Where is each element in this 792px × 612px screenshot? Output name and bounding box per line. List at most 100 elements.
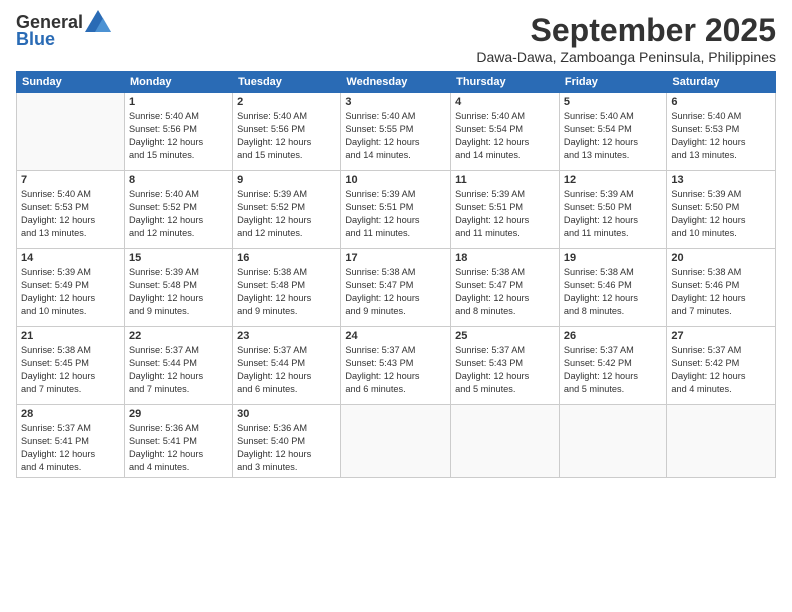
day-info: Sunrise: 5:37 AMSunset: 5:44 PMDaylight:… bbox=[129, 344, 228, 396]
table-row: 12Sunrise: 5:39 AMSunset: 5:50 PMDayligh… bbox=[559, 171, 667, 249]
table-row bbox=[451, 405, 560, 478]
col-saturday: Saturday bbox=[667, 72, 776, 93]
table-row: 26 Sunrise: 5:37 AMSunset: 5:42 PMDayligh… bbox=[559, 327, 667, 405]
day-number: 11 bbox=[455, 174, 555, 186]
table-row: 19 Sunrise: 5:38 AMSunset: 5:46 PMDayligh… bbox=[559, 249, 667, 327]
day-number: 26 bbox=[564, 330, 663, 342]
day-number: 1 bbox=[129, 96, 228, 108]
table-row: 3 Sunrise: 5:40 AMSunset: 5:55 PMDaylight… bbox=[341, 93, 451, 171]
day-info: Sunrise: 5:38 AMSunset: 5:47 PMDaylight:… bbox=[345, 266, 446, 318]
day-info: Sunrise: 5:38 AMSunset: 5:48 PMDaylight:… bbox=[237, 266, 336, 318]
title-block: September 2025 Dawa-Dawa, Zamboanga Peni… bbox=[476, 12, 776, 65]
table-row: 18 Sunrise: 5:38 AMSunset: 5:47 PMDayligh… bbox=[451, 249, 560, 327]
day-number: 8 bbox=[129, 174, 228, 186]
day-info: Sunrise: 5:40 AMSunset: 5:54 PMDaylight:… bbox=[455, 110, 555, 162]
calendar-table: Sunday Monday Tuesday Wednesday Thursday… bbox=[16, 71, 776, 478]
day-info: Sunrise: 5:37 AMSunset: 5:42 PMDaylight:… bbox=[564, 344, 663, 396]
table-row: 11 Sunrise: 5:39 AMSunset: 5:51 PMDayligh… bbox=[451, 171, 560, 249]
day-number: 12 bbox=[564, 174, 663, 186]
day-info: Sunrise: 5:36 AMSunset: 5:40 PMDaylight:… bbox=[237, 422, 336, 474]
day-info: Sunrise: 5:40 AMSunset: 5:52 PMDaylight:… bbox=[129, 188, 228, 240]
table-row: 15 Sunrise: 5:39 AMSunset: 5:48 PMDayligh… bbox=[124, 249, 232, 327]
table-row bbox=[559, 405, 667, 478]
day-number: 7 bbox=[21, 174, 120, 186]
day-number: 15 bbox=[129, 252, 228, 264]
day-info: Sunrise: 5:40 AMSunset: 5:53 PMDaylight:… bbox=[21, 188, 120, 240]
table-row: 10 Sunrise: 5:39 AMSunset: 5:51 PMDayligh… bbox=[341, 171, 451, 249]
day-info: Sunrise: 5:39 AMSunset: 5:49 PMDaylight:… bbox=[21, 266, 120, 318]
month-year-title: September 2025 bbox=[476, 12, 776, 49]
table-row: 22 Sunrise: 5:37 AMSunset: 5:44 PMDayligh… bbox=[124, 327, 232, 405]
logo: General Blue bbox=[16, 12, 111, 50]
day-number: 22 bbox=[129, 330, 228, 342]
day-number: 3 bbox=[345, 96, 446, 108]
col-friday: Friday bbox=[559, 72, 667, 93]
day-number: 6 bbox=[671, 96, 771, 108]
table-row: 28Sunrise: 5:37 AMSunset: 5:41 PMDayligh… bbox=[17, 405, 125, 478]
table-row: 27Sunrise: 5:37 AMSunset: 5:42 PMDayligh… bbox=[667, 327, 776, 405]
day-number: 24 bbox=[345, 330, 446, 342]
day-info: Sunrise: 5:39 AMSunset: 5:50 PMDaylight:… bbox=[671, 188, 771, 240]
calendar-header-row: Sunday Monday Tuesday Wednesday Thursday… bbox=[17, 72, 776, 93]
day-info: Sunrise: 5:37 AMSunset: 5:42 PMDaylight:… bbox=[671, 344, 771, 396]
day-number: 18 bbox=[455, 252, 555, 264]
table-row: 25 Sunrise: 5:37 AMSunset: 5:43 PMDayligh… bbox=[451, 327, 560, 405]
day-info: Sunrise: 5:40 AMSunset: 5:56 PMDaylight:… bbox=[129, 110, 228, 162]
table-row: 16Sunrise: 5:38 AMSunset: 5:48 PMDayligh… bbox=[233, 249, 341, 327]
day-number: 10 bbox=[345, 174, 446, 186]
day-number: 17 bbox=[345, 252, 446, 264]
day-info: Sunrise: 5:37 AMSunset: 5:43 PMDaylight:… bbox=[455, 344, 555, 396]
day-number: 19 bbox=[564, 252, 663, 264]
table-row: 30 Sunrise: 5:36 AMSunset: 5:40 PMDayligh… bbox=[233, 405, 341, 478]
col-monday: Monday bbox=[124, 72, 232, 93]
header: General Blue September 2025 Dawa-Dawa, Z… bbox=[16, 12, 776, 65]
day-number: 20 bbox=[671, 252, 771, 264]
day-info: Sunrise: 5:38 AMSunset: 5:46 PMDaylight:… bbox=[671, 266, 771, 318]
table-row: 13 Sunrise: 5:39 AMSunset: 5:50 PMDayligh… bbox=[667, 171, 776, 249]
page: General Blue September 2025 Dawa-Dawa, Z… bbox=[0, 0, 792, 612]
table-row: 21Sunrise: 5:38 AMSunset: 5:45 PMDayligh… bbox=[17, 327, 125, 405]
day-number: 9 bbox=[237, 174, 336, 186]
day-number: 14 bbox=[21, 252, 120, 264]
table-row: 24 Sunrise: 5:37 AMSunset: 5:43 PMDayligh… bbox=[341, 327, 451, 405]
day-info: Sunrise: 5:40 AMSunset: 5:54 PMDaylight:… bbox=[564, 110, 663, 162]
day-info: Sunrise: 5:39 AMSunset: 5:51 PMDaylight:… bbox=[455, 188, 555, 240]
table-row: 14 Sunrise: 5:39 AMSunset: 5:49 PMDayligh… bbox=[17, 249, 125, 327]
day-number: 13 bbox=[671, 174, 771, 186]
table-row: 20 Sunrise: 5:38 AMSunset: 5:46 PMDayligh… bbox=[667, 249, 776, 327]
table-row: 5 Sunrise: 5:40 AMSunset: 5:54 PMDaylight… bbox=[559, 93, 667, 171]
day-number: 28 bbox=[21, 408, 120, 420]
day-number: 25 bbox=[455, 330, 555, 342]
day-info: Sunrise: 5:39 AMSunset: 5:48 PMDaylight:… bbox=[129, 266, 228, 318]
table-row: 17 Sunrise: 5:38 AMSunset: 5:47 PMDayligh… bbox=[341, 249, 451, 327]
day-info: Sunrise: 5:40 AMSunset: 5:56 PMDaylight:… bbox=[237, 110, 336, 162]
day-number: 2 bbox=[237, 96, 336, 108]
day-number: 21 bbox=[21, 330, 120, 342]
table-row: 29 Sunrise: 5:36 AMSunset: 5:41 PMDayligh… bbox=[124, 405, 232, 478]
location-subtitle: Dawa-Dawa, Zamboanga Peninsula, Philippi… bbox=[476, 49, 776, 65]
col-wednesday: Wednesday bbox=[341, 72, 451, 93]
day-number: 30 bbox=[237, 408, 336, 420]
table-row bbox=[17, 93, 125, 171]
day-number: 5 bbox=[564, 96, 663, 108]
day-info: Sunrise: 5:36 AMSunset: 5:41 PMDaylight:… bbox=[129, 422, 228, 474]
table-row: 8 Sunrise: 5:40 AMSunset: 5:52 PMDaylight… bbox=[124, 171, 232, 249]
day-info: Sunrise: 5:40 AMSunset: 5:55 PMDaylight:… bbox=[345, 110, 446, 162]
day-info: Sunrise: 5:39 AMSunset: 5:51 PMDaylight:… bbox=[345, 188, 446, 240]
day-info: Sunrise: 5:39 AMSunset: 5:52 PMDaylight:… bbox=[237, 188, 336, 240]
day-number: 29 bbox=[129, 408, 228, 420]
table-row bbox=[341, 405, 451, 478]
day-number: 23 bbox=[237, 330, 336, 342]
table-row bbox=[667, 405, 776, 478]
table-row: 9 Sunrise: 5:39 AMSunset: 5:52 PMDaylight… bbox=[233, 171, 341, 249]
day-info: Sunrise: 5:38 AMSunset: 5:46 PMDaylight:… bbox=[564, 266, 663, 318]
col-sunday: Sunday bbox=[17, 72, 125, 93]
day-info: Sunrise: 5:38 AMSunset: 5:47 PMDaylight:… bbox=[455, 266, 555, 318]
day-info: Sunrise: 5:37 AMSunset: 5:43 PMDaylight:… bbox=[345, 344, 446, 396]
table-row: 23 Sunrise: 5:37 AMSunset: 5:44 PMDayligh… bbox=[233, 327, 341, 405]
day-info: Sunrise: 5:37 AMSunset: 5:44 PMDaylight:… bbox=[237, 344, 336, 396]
col-thursday: Thursday bbox=[451, 72, 560, 93]
table-row: 1 Sunrise: 5:40 AMSunset: 5:56 PMDaylight… bbox=[124, 93, 232, 171]
day-info: Sunrise: 5:40 AMSunset: 5:53 PMDaylight:… bbox=[671, 110, 771, 162]
table-row: 6 Sunrise: 5:40 AMSunset: 5:53 PMDaylight… bbox=[667, 93, 776, 171]
